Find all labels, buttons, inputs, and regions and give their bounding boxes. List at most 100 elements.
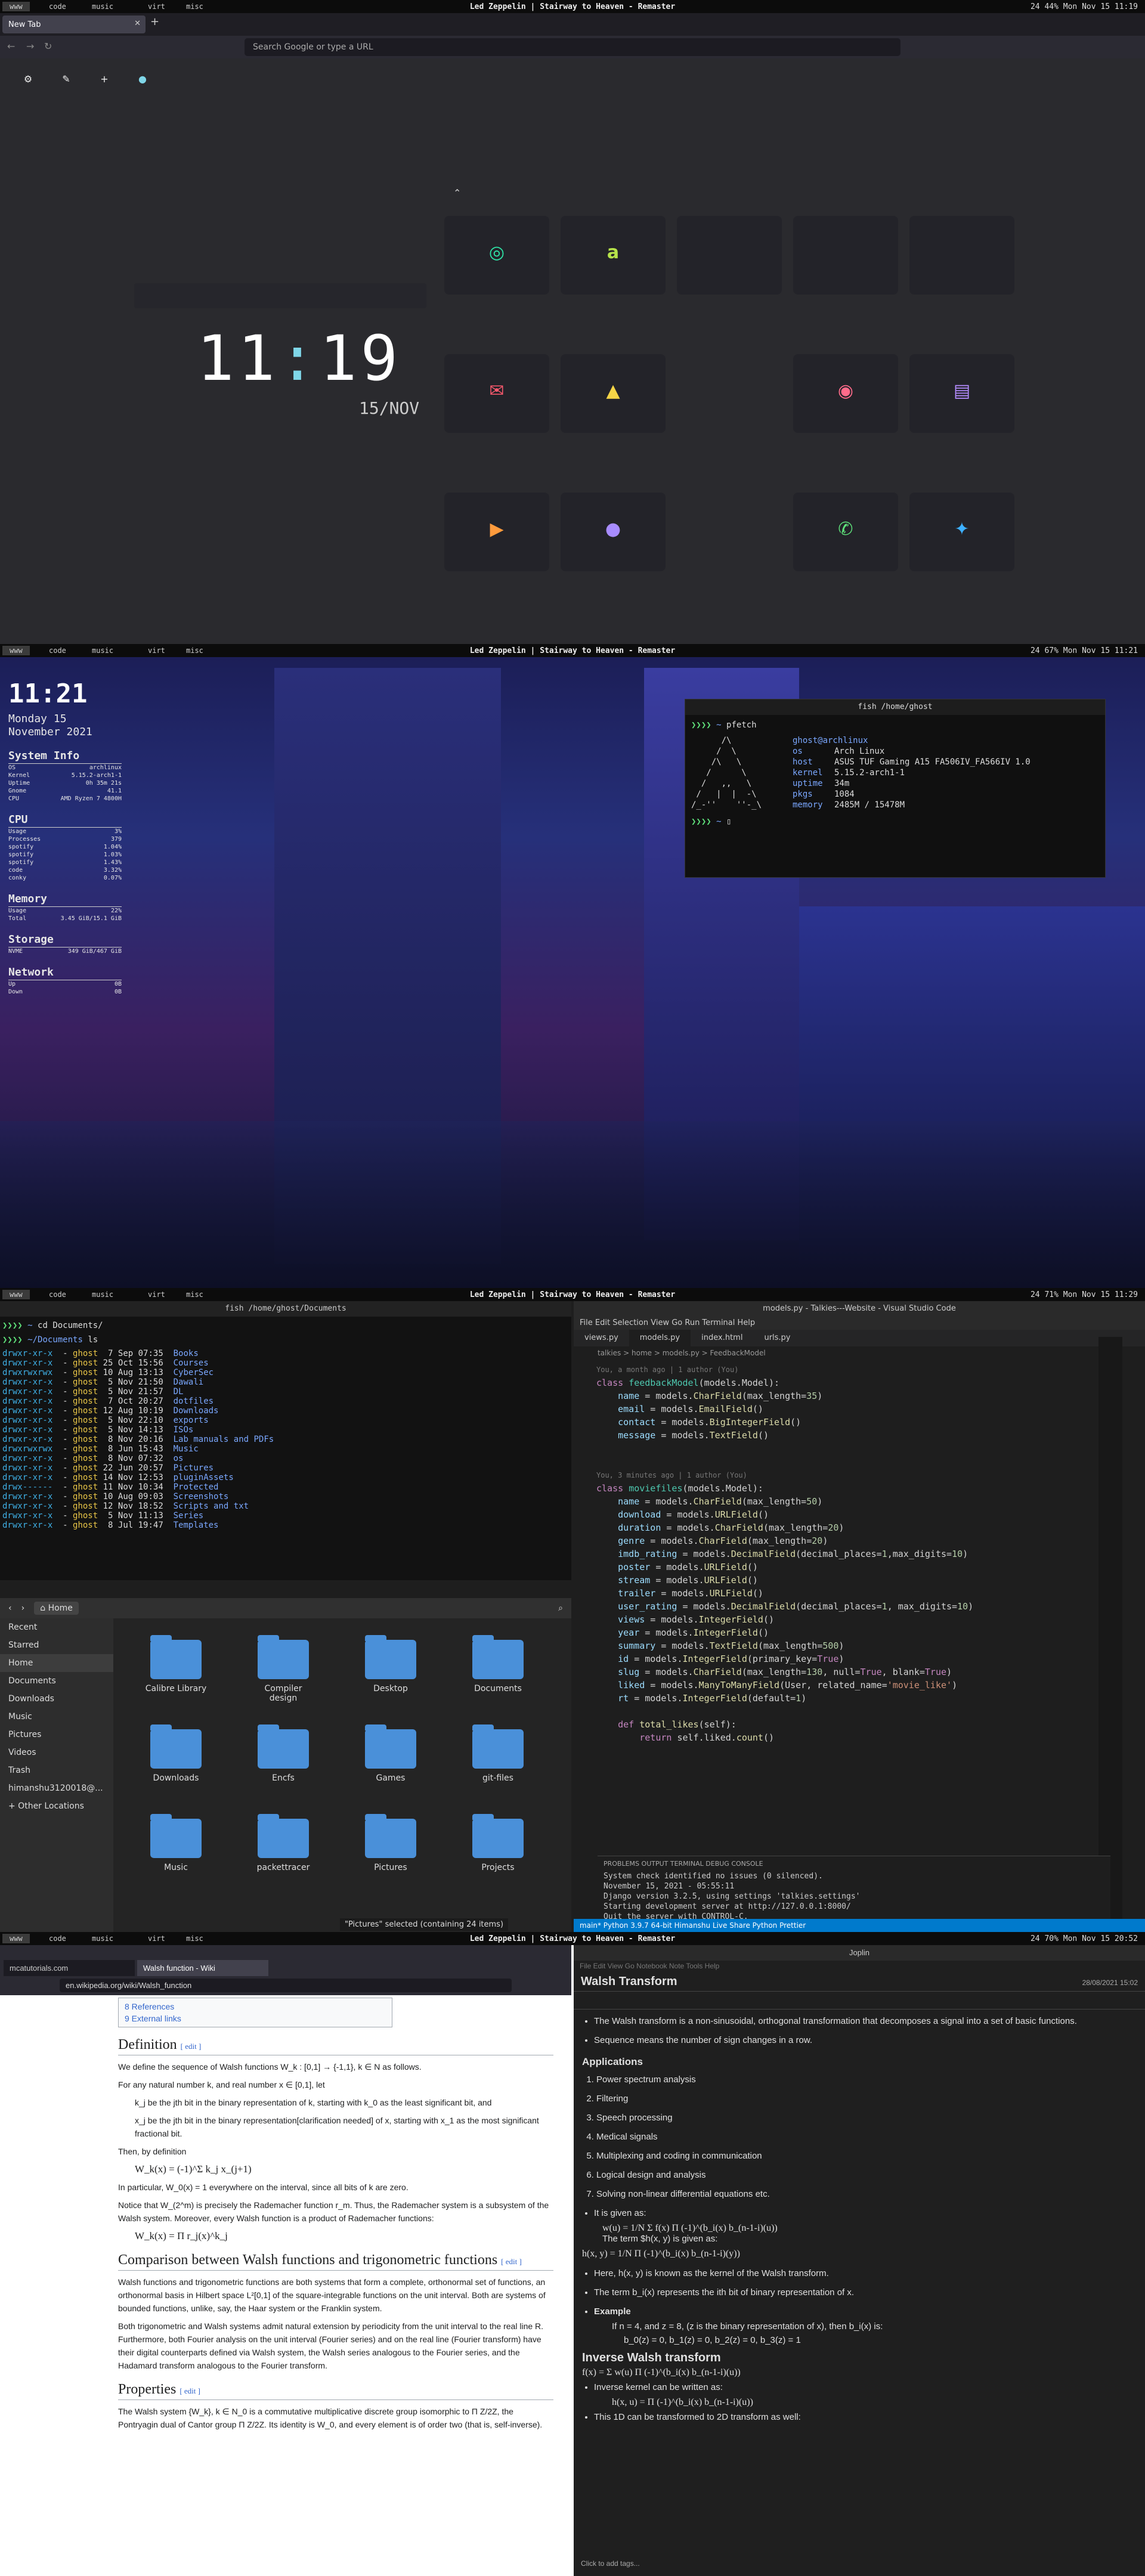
sidebar-item[interactable]: Starred [0, 1636, 113, 1654]
panel-tabs[interactable]: PROBLEMS OUTPUT TERMINAL DEBUG CONSOLE [598, 1856, 1110, 1871]
back-icon[interactable]: ‹ [8, 1603, 12, 1613]
files-window[interactable]: ‹ › ⌂ Home ⌕ Recent Starred Home Documents Do… [0, 1598, 571, 1932]
tile-drive[interactable]: ▲ [561, 354, 666, 433]
sidebar-item[interactable]: Downloads [0, 1690, 113, 1708]
code-editor[interactable]: You, a month ago | 1 author (You) class … [596, 1363, 1073, 1744]
plus-icon[interactable]: + [94, 69, 114, 89]
tile-reddit[interactable]: ◉ [793, 354, 898, 433]
folder-item[interactable]: packettracer [250, 1814, 316, 1872]
forward-icon[interactable]: › [21, 1603, 25, 1613]
close-icon[interactable]: ✕ [134, 19, 141, 28]
tile-instagram[interactable]: ◎ [444, 216, 549, 295]
reload-icon[interactable]: ↻ [44, 41, 52, 52]
sidebar-item[interactable]: himanshu3120018@... [0, 1779, 113, 1797]
date: 15/NOV [359, 398, 420, 418]
ls-row: drwxr-xr-x - ghost 5 Nov 11:13 Series [2, 1511, 204, 1521]
edit-link[interactable]: [ edit ] [501, 2257, 522, 2266]
pfetch-row: pkgs 1084 [793, 789, 855, 799]
folder-label: Compiler design [264, 1684, 302, 1703]
tile-amazon[interactable]: a [561, 216, 666, 295]
sidebar-item[interactable]: Trash [0, 1761, 113, 1779]
github-icon: ● [605, 519, 621, 540]
sidebar-item[interactable]: Home [0, 1654, 113, 1672]
now-playing: Led Zeppelin | Stairway to Heaven - Rema… [469, 2, 676, 11]
conky-row: Uptime 0h 35m 21s [8, 779, 122, 787]
wikipedia-window[interactable]: mcatutorials.com Walsh function - Wiki e… [0, 1932, 571, 2576]
terminal-window[interactable]: fish /home/ghost ❯❯❯❯ ~ pfetch /\ / \ /\… [685, 699, 1106, 878]
toc-link[interactable]: 9 External links [125, 2012, 386, 2024]
sidebar-item[interactable]: Pictures [0, 1726, 113, 1744]
terminal-line: November 15, 2021 - 05:55:11 [604, 1882, 735, 1891]
pfetch-row: uptime 34m [793, 779, 850, 788]
editor-tab[interactable]: urls.py [753, 1330, 801, 1346]
sidebar-item[interactable]: Music [0, 1708, 113, 1726]
sidebar-item[interactable]: Documents [0, 1672, 113, 1690]
tile-empty[interactable] [909, 216, 1014, 295]
dot-icon[interactable]: ● [132, 69, 153, 89]
conky-row-cell: 22% [110, 908, 122, 914]
menu-bar[interactable]: File Edit View Go Notebook Note Tools He… [574, 1961, 1145, 1973]
list-item: Speech processing [596, 2109, 1137, 2128]
terminal-window[interactable]: fish /home/ghost/Documents ❯❯❯❯ ~ cd Doc… [0, 1301, 571, 1580]
url-bar[interactable]: en.wikipedia.org/wiki/Walsh_function [60, 1979, 512, 1992]
edit-link[interactable]: [ edit ] [181, 2042, 202, 2051]
now-playing: Led Zeppelin | Stairway to Heaven - Rema… [469, 1934, 676, 1943]
folder-item[interactable]: Music [143, 1814, 209, 1872]
conky-row: conky 0.07% [8, 874, 122, 882]
tile-gmail[interactable]: ✉ [444, 354, 549, 433]
editor-tab[interactable]: index.html [691, 1330, 753, 1346]
section-heading: Properties [118, 2382, 177, 2397]
folder-item[interactable]: Compiler design [250, 1635, 316, 1703]
folder-label: Projects [481, 1863, 515, 1872]
folder-item[interactable]: Games [358, 1724, 423, 1783]
conky-row-cell: Usage [8, 908, 27, 914]
status-bar[interactable]: main* Python 3.9.7 64-bit Himanshu Live … [574, 1919, 1145, 1932]
pencil-icon[interactable]: ✎ [56, 69, 76, 89]
folder-item[interactable]: Encfs [250, 1724, 316, 1783]
tile-twitter[interactable]: ✦ [909, 493, 1014, 571]
tile-youtube[interactable]: ▶ [444, 493, 549, 571]
breadcrumb[interactable]: talkies > home > models.py > FeedbackMod… [574, 1346, 1145, 1360]
folder-item[interactable]: git-files [465, 1724, 531, 1783]
tile-film[interactable]: ▤ [909, 354, 1014, 433]
plus-icon[interactable]: + [150, 16, 159, 28]
ls-row: drwxr-xr-x - ghost 25 Oct 15:56 Courses [2, 1358, 209, 1368]
forward-icon[interactable]: → [26, 41, 34, 52]
tile-empty[interactable] [677, 216, 782, 295]
clock-minutes: 19 [319, 322, 402, 395]
tile-empty[interactable] [793, 216, 898, 295]
folder-item[interactable]: Calibre Library [143, 1635, 209, 1693]
url-bar[interactable]: Search Google or type a URL [245, 38, 900, 56]
folder-item[interactable]: Projects [465, 1814, 531, 1872]
sidebar-item[interactable]: Recent [0, 1618, 113, 1636]
tab-active[interactable]: Walsh function - Wiki [137, 1960, 268, 1976]
conky-row: NVME 349 GiB/467 GiB [8, 948, 122, 955]
note-title[interactable]: Walsh Transform [581, 1975, 677, 1989]
sidebar-item[interactable]: + Other Locations [0, 1797, 113, 1815]
edit-link[interactable]: [ edit ] [180, 2386, 200, 2395]
tile-whatsapp[interactable]: ✆ [793, 493, 898, 571]
path-home[interactable]: ⌂ Home [34, 1602, 79, 1615]
sidebar-item[interactable]: Videos [0, 1744, 113, 1761]
tab[interactable]: mcatutorials.com [4, 1960, 135, 1976]
settings-icon[interactable]: ⚙ [18, 69, 38, 89]
tile-github[interactable]: ● [561, 493, 666, 571]
conky-row: Up 0B [8, 980, 122, 988]
folder-item[interactable]: Desktop [358, 1635, 423, 1693]
search-box[interactable] [134, 283, 426, 308]
editor-tab[interactable]: models.py [629, 1330, 691, 1346]
folder-item[interactable]: Downloads [143, 1724, 209, 1783]
tab-new[interactable]: New Tab ✕ [2, 16, 146, 33]
folder-item[interactable]: Documents [465, 1635, 531, 1693]
editor-tab[interactable]: views.py [574, 1330, 629, 1346]
tags-field[interactable]: Click to add tags... [581, 2559, 640, 2568]
folder-item[interactable]: Pictures [358, 1814, 423, 1872]
menu-bar[interactable]: File Edit Selection View Go Run Terminal… [574, 1317, 1145, 1330]
joplin-window[interactable]: Joplin File Edit View Go Notebook Note T… [574, 1932, 1145, 2576]
folder-label: git-files [482, 1773, 513, 1783]
search-icon[interactable]: ⌕ [558, 1603, 563, 1613]
toc-link[interactable]: 8 References [125, 2001, 386, 2012]
back-icon[interactable]: ← [7, 41, 15, 52]
chevron-up-icon[interactable]: ⌃ [453, 187, 461, 199]
terminal-command: ls [88, 1335, 98, 1345]
